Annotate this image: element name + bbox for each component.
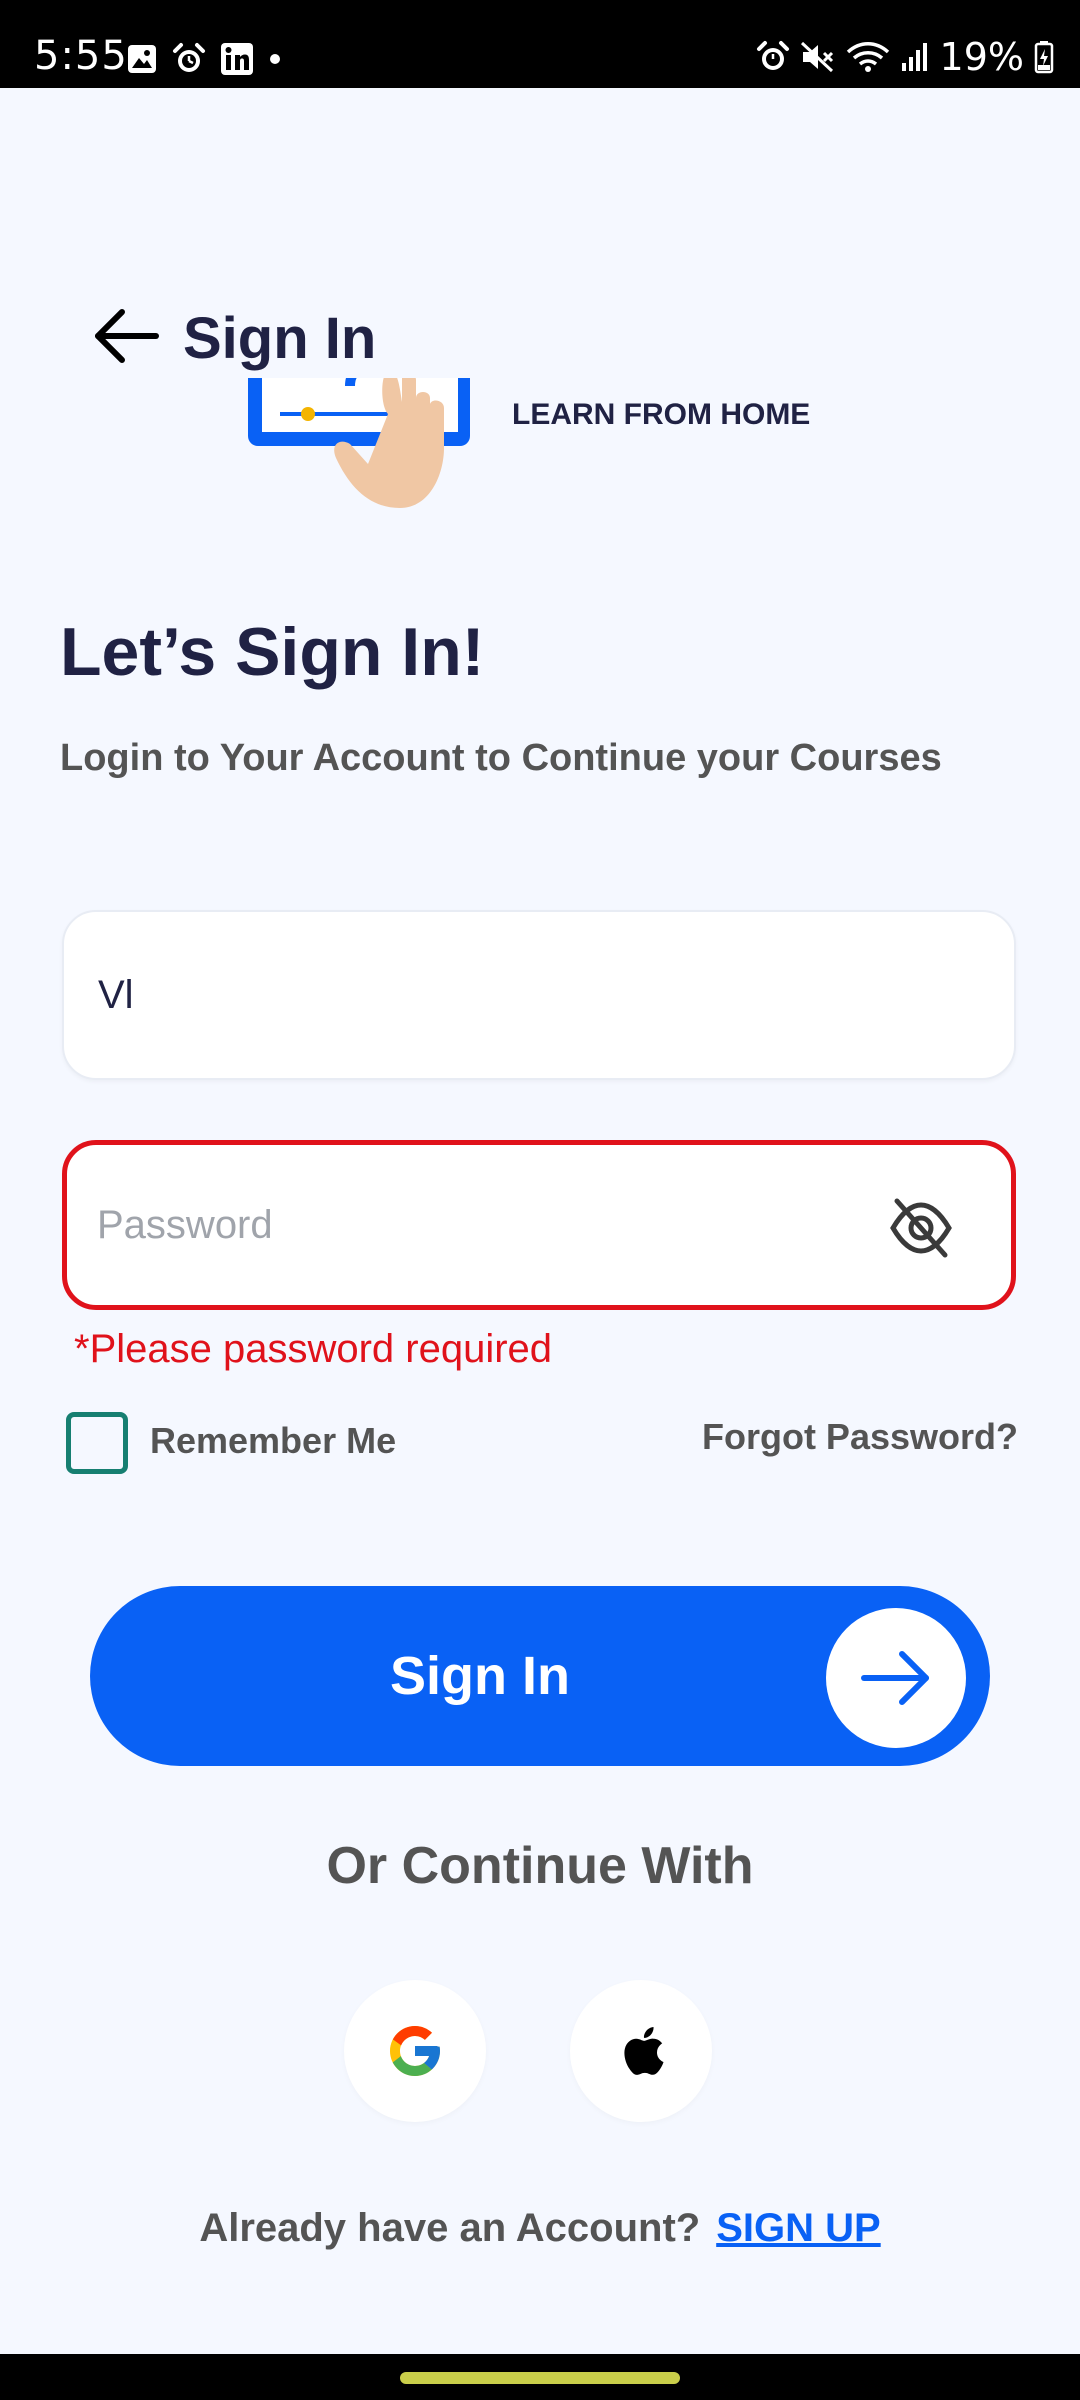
- page-title: Sign In: [183, 306, 377, 371]
- dot-icon: [270, 54, 280, 64]
- password-field[interactable]: [62, 1140, 1016, 1310]
- footer: Already have an Account? SIGN UP: [0, 2206, 1080, 2251]
- eye-off-icon[interactable]: [887, 1197, 955, 1259]
- signin-arrow-circle: [826, 1608, 966, 1748]
- password-error: *Please password required: [74, 1327, 553, 1371]
- password-input[interactable]: [97, 1145, 877, 1305]
- navigation-bar: [0, 2354, 1080, 2400]
- home-indicator[interactable]: [400, 2372, 680, 2384]
- status-time: 5:55: [34, 33, 128, 79]
- status-icons-right: 19%: [756, 38, 1054, 76]
- arrow-left-icon[interactable]: [92, 306, 160, 366]
- signal-icon: [901, 43, 927, 71]
- forgot-password-link[interactable]: Forgot Password?: [702, 1414, 1018, 1460]
- status-icons-left: [126, 42, 282, 76]
- apple-signin-button[interactable]: [570, 1980, 712, 2122]
- email-input[interactable]: [98, 912, 878, 1078]
- signin-button[interactable]: Sign In: [90, 1586, 990, 1766]
- remember-me-checkbox[interactable]: [66, 1412, 128, 1474]
- email-field[interactable]: [62, 910, 1016, 1080]
- welcome-subheading: Login to Your Account to Continue your C…: [60, 737, 942, 779]
- footer-text: Already have an Account?: [199, 2206, 701, 2250]
- apple-icon: [624, 2027, 664, 2075]
- battery-percent: 19%: [939, 35, 1024, 79]
- alarm-icon: [756, 41, 789, 70]
- remember-me-label[interactable]: Remember Me: [150, 1418, 396, 1464]
- gallery-icon: [128, 45, 156, 73]
- learn-from-home-illustration: LEARN FROM HOME: [248, 378, 810, 508]
- wifi-icon: [846, 42, 889, 72]
- status-bar: 5:55 19%: [0, 0, 1080, 88]
- linkedin-icon: [221, 43, 253, 75]
- illustration-caption: LEARN FROM HOME: [512, 398, 810, 431]
- or-continue-with-label: Or Continue With: [326, 1837, 754, 1895]
- google-icon: [390, 2026, 440, 2076]
- google-signin-button[interactable]: [344, 1980, 486, 2122]
- signup-link[interactable]: SIGN UP: [716, 2206, 880, 2251]
- battery-icon: [1034, 41, 1054, 74]
- arrow-right-icon: [861, 1651, 929, 1705]
- signin-button-label: Sign In: [390, 1646, 570, 1706]
- mute-icon: [800, 41, 833, 73]
- alarm-icon: [173, 43, 205, 72]
- welcome-heading: Let’s Sign In!: [60, 614, 485, 690]
